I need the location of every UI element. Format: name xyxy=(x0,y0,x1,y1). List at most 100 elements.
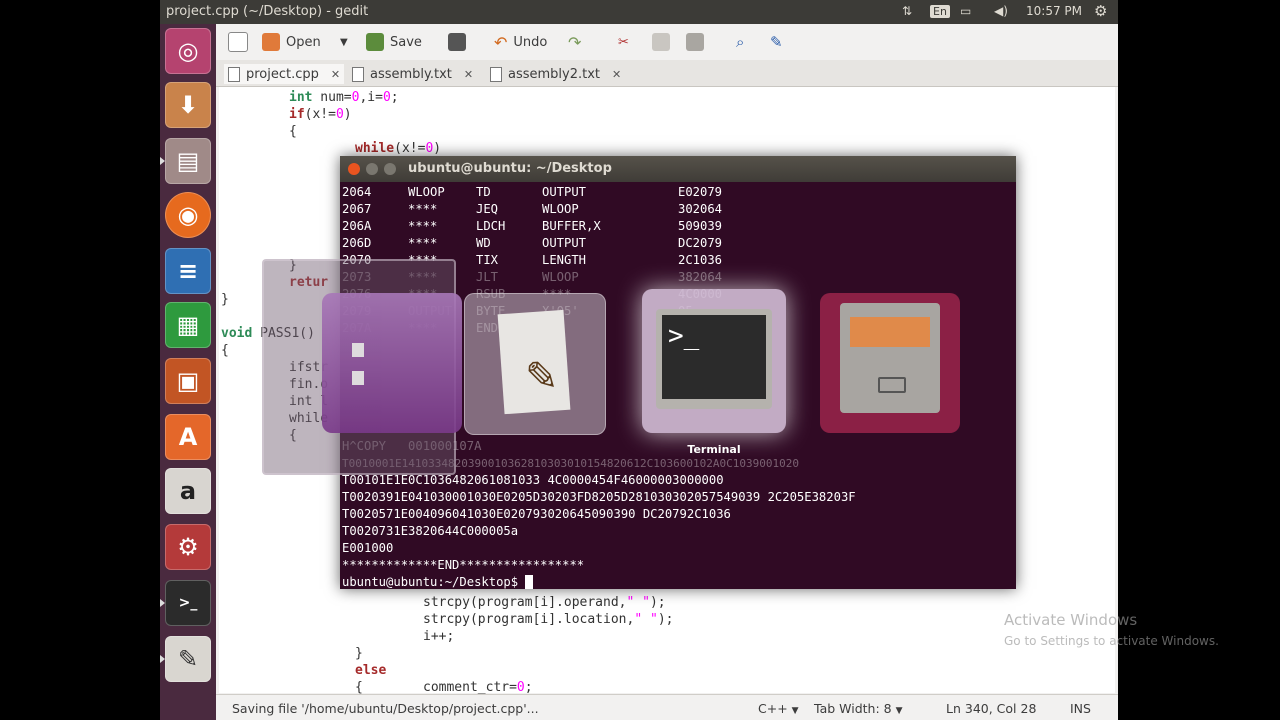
chevron-down-icon: ▼ xyxy=(340,36,348,48)
network-icon[interactable]: ⇅ xyxy=(902,4,912,18)
desktop-screen: project.cpp (~/Desktop) - gedit ⇅ En ▭ ◀… xyxy=(160,0,1118,720)
top-panel: project.cpp (~/Desktop) - gedit ⇅ En ▭ ◀… xyxy=(160,0,1118,24)
listing-cell: **** xyxy=(408,202,438,216)
listing-cell: 2064 xyxy=(342,185,372,199)
battery-icon[interactable]: ▭ xyxy=(960,4,971,18)
keyboard-indicator[interactable]: En xyxy=(930,5,950,18)
code-line: if(x!=0) xyxy=(289,107,352,122)
files-icon[interactable]: ▤ xyxy=(165,138,211,184)
calc-icon[interactable]: ▦ xyxy=(165,302,211,348)
terminal-icon[interactable]: >_ xyxy=(165,580,211,626)
listing-cell: DC2079 xyxy=(678,236,723,250)
tab-project-cpp[interactable]: project.cpp ✕ xyxy=(224,64,345,84)
code-line: strcpy(program[i].operand," "); xyxy=(423,595,666,610)
minimize-icon[interactable] xyxy=(366,163,378,175)
text-editor-icon[interactable]: ✎ xyxy=(165,636,211,682)
scissors-icon: ✂ xyxy=(618,34,629,50)
language-selector[interactable]: C++ ▼ xyxy=(758,701,799,716)
app-switcher: ✎ >_ Terminal xyxy=(260,259,1118,475)
open-label: Open xyxy=(286,34,321,50)
undo-button[interactable]: ↶ Undo xyxy=(494,32,547,52)
insert-mode: INS xyxy=(1070,701,1091,716)
folder-icon xyxy=(262,33,280,51)
printer-icon xyxy=(448,33,466,51)
amazon-icon[interactable]: a xyxy=(165,468,211,514)
cursor-position: Ln 340, Col 28 xyxy=(946,701,1037,716)
writer-icon[interactable]: ≡ xyxy=(165,248,211,294)
new-button[interactable] xyxy=(228,32,248,52)
listing-cell: 206A xyxy=(342,219,372,233)
status-message: Saving file '/home/ubuntu/Desktop/projec… xyxy=(232,701,539,716)
document-icon xyxy=(490,66,502,82)
dash-icon[interactable]: ◎ xyxy=(165,28,211,74)
open-button[interactable]: Open xyxy=(262,32,321,52)
listing-cell: JEQ xyxy=(476,202,499,216)
close-icon[interactable] xyxy=(348,163,360,175)
terminal-line: T0020571E004096041030E020793020645090390… xyxy=(342,507,731,521)
tab-label: assembly2.txt xyxy=(508,66,601,82)
listing-cell: **** xyxy=(408,236,438,250)
tab-label: assembly.txt xyxy=(370,66,452,82)
save-label: Save xyxy=(390,34,422,50)
code-line: } xyxy=(355,646,363,661)
switcher-item-file-cabinet[interactable] xyxy=(820,293,960,433)
software-center-icon[interactable]: A xyxy=(165,414,211,460)
tab-width-label: Tab Width: 8 xyxy=(814,701,892,716)
undo-label: Undo xyxy=(513,34,548,50)
launcher: ◎ ⬇ ▤ ◉ ≡ ▦ ▣ A a ⚙ >_ ✎ xyxy=(160,24,216,720)
terminal-line: T0020391E041030001030E0205D30203FD8205D2… xyxy=(342,490,856,504)
listing-cell: BUFFER,X xyxy=(542,219,601,233)
running-indicator xyxy=(160,599,165,607)
replace-button[interactable]: ✎ xyxy=(770,32,783,52)
undo-icon: ↶ xyxy=(494,32,508,52)
document-tabs: project.cpp ✕ assembly.txt ✕ assembly2.txt… xyxy=(216,60,1118,87)
tab-assembly2-txt[interactable]: assembly2.txt ✕ xyxy=(490,64,621,84)
listing-cell: E02079 xyxy=(678,185,723,199)
open-dropdown[interactable]: ▼ xyxy=(340,32,348,52)
save-button[interactable]: Save xyxy=(366,32,422,52)
activation-watermark: Activate Windows xyxy=(1004,611,1138,629)
close-icon[interactable]: ✕ xyxy=(464,68,473,81)
firefox-icon[interactable]: ◉ xyxy=(165,192,211,238)
switcher-selected-label: Terminal xyxy=(687,443,741,456)
copy-button[interactable] xyxy=(652,32,670,52)
volume-icon[interactable]: ◀) xyxy=(994,4,1008,18)
listing-cell: 509039 xyxy=(678,219,723,233)
code-line: { xyxy=(289,124,297,139)
redo-button[interactable]: ↷ xyxy=(568,32,581,52)
close-icon[interactable]: ✕ xyxy=(331,68,340,81)
clock[interactable]: 10:57 PM xyxy=(1026,4,1082,18)
tab-width-selector[interactable]: Tab Width: 8 ▼ xyxy=(814,701,903,716)
settings-icon[interactable]: ⚙ xyxy=(165,524,211,570)
listing-cell: 2067 xyxy=(342,202,372,216)
gear-icon[interactable]: ⚙ xyxy=(1094,2,1107,20)
language-label: C++ xyxy=(758,701,788,716)
find-button[interactable]: ⌕ xyxy=(736,32,744,52)
switcher-item-files[interactable] xyxy=(322,293,462,433)
copy-icon xyxy=(652,33,670,51)
listing-cell: WLOOP xyxy=(542,202,579,216)
terminal-title: ubuntu@ubuntu: ~/Desktop xyxy=(408,161,612,176)
switcher-item-terminal[interactable]: >_ xyxy=(642,289,786,433)
switcher-item-text-editor[interactable]: ✎ xyxy=(464,293,606,435)
terminal-line: *************END***************** xyxy=(342,558,585,572)
pencil-icon: ✎ xyxy=(525,354,559,400)
listing-cell: 302064 xyxy=(678,202,723,216)
terminal-line: E001000 xyxy=(342,541,394,555)
terminal-titlebar[interactable]: ubuntu@ubuntu: ~/Desktop xyxy=(340,156,1016,182)
listing-cell: OUTPUT xyxy=(542,236,587,250)
installer-icon[interactable]: ⬇ xyxy=(165,82,211,128)
maximize-icon[interactable] xyxy=(384,163,396,175)
paste-button[interactable] xyxy=(686,32,704,52)
code-line: int num=0,i=0; xyxy=(289,90,399,105)
tab-assembly-txt[interactable]: assembly.txt ✕ xyxy=(352,64,473,84)
close-icon[interactable]: ✕ xyxy=(612,68,621,81)
impress-icon[interactable]: ▣ xyxy=(165,358,211,404)
cut-button[interactable]: ✂ xyxy=(618,32,629,52)
running-indicator xyxy=(160,655,165,663)
running-indicator xyxy=(160,157,165,165)
listing-cell: WD xyxy=(476,236,491,250)
document-icon xyxy=(228,66,240,82)
terminal-prompt-icon: >_ xyxy=(662,315,766,399)
print-button[interactable] xyxy=(448,32,466,52)
